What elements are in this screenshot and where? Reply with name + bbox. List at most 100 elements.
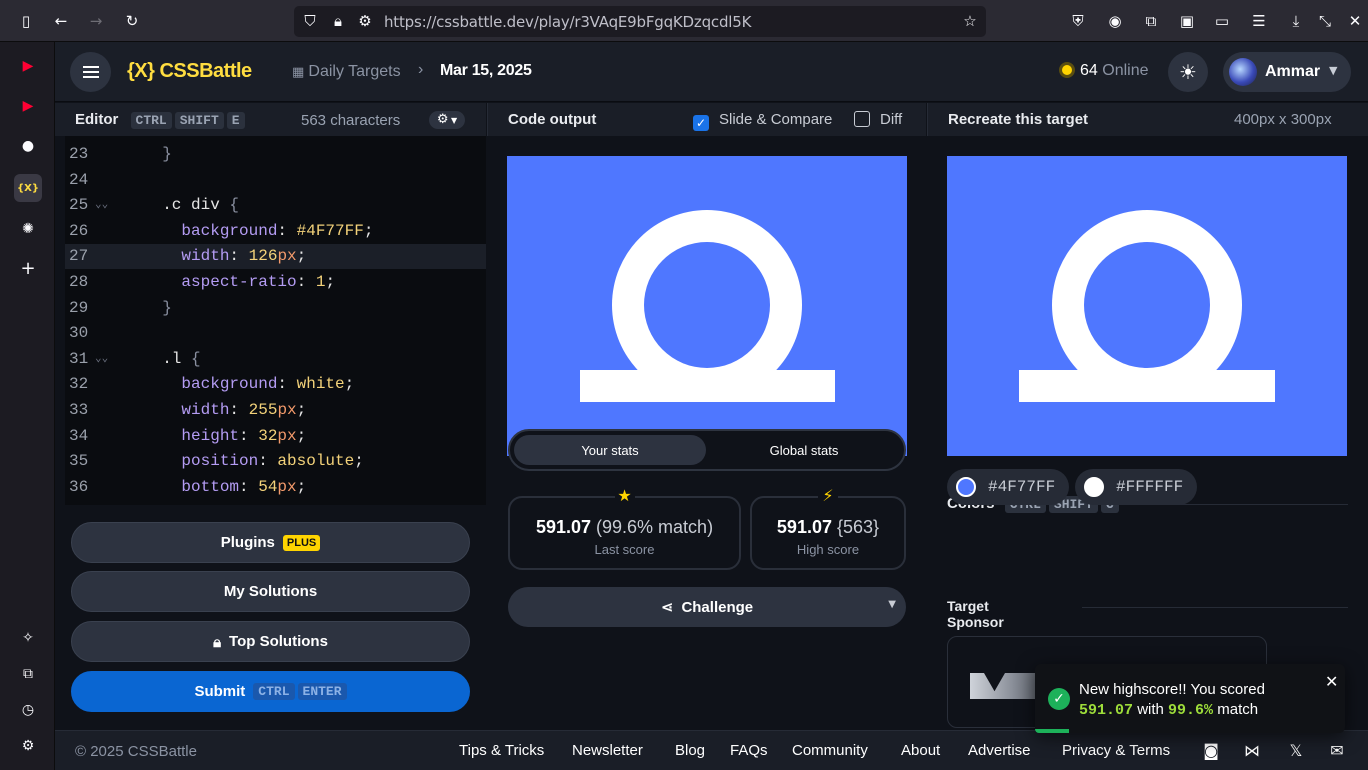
top-solutions-label: Top Solutions bbox=[229, 633, 328, 650]
code-line[interactable]: 23 } bbox=[65, 142, 486, 167]
fold-chevron-icon[interactable]: ⌄⌄ bbox=[95, 193, 108, 218]
cssbattle-icon[interactable]: {X} bbox=[14, 174, 42, 202]
code-line[interactable]: 33 width: 255px; bbox=[65, 398, 486, 423]
tab-your-stats[interactable]: Your stats bbox=[514, 435, 706, 465]
code-line[interactable]: 31 ⌄⌄ .l { bbox=[65, 347, 486, 372]
base-bar bbox=[580, 370, 835, 402]
tab-global-stats[interactable]: Global stats bbox=[708, 435, 900, 465]
top-solutions-button[interactable]: 🔒︎ Top Solutions bbox=[71, 621, 470, 662]
hamburger-icon bbox=[82, 71, 99, 73]
github-icon[interactable]: ● bbox=[14, 132, 42, 160]
sponsor-logo bbox=[970, 673, 1040, 699]
containers-icon[interactable]: ▣ bbox=[1177, 11, 1197, 31]
code-line[interactable]: 32 background: white; bbox=[65, 372, 486, 397]
fold-chevron-icon[interactable]: ⌄⌄ bbox=[95, 347, 108, 372]
line-number: 29 bbox=[69, 298, 89, 317]
lightning-icon: ⚡ bbox=[818, 486, 838, 505]
settings-icon[interactable]: ⚙ bbox=[14, 732, 42, 760]
menu-icon[interactable]: ☰ bbox=[1249, 11, 1269, 31]
code-line[interactable]: 34 height: 32px; bbox=[65, 424, 486, 449]
sidebar-toggle-icon[interactable]: ▯ bbox=[16, 11, 36, 31]
my-solutions-button[interactable]: My Solutions bbox=[71, 571, 470, 612]
line-number: 28 bbox=[69, 273, 89, 291]
download-icon[interactable]: ⤓ bbox=[1286, 11, 1306, 31]
code-line[interactable]: 27 width: 126px; bbox=[65, 244, 486, 270]
check-icon: ✓ bbox=[1048, 688, 1070, 710]
reload-icon[interactable]: ↻ bbox=[122, 11, 142, 31]
code-line[interactable]: 28 aspect-ratio: 1; bbox=[65, 270, 486, 295]
plugins-button[interactable]: Plugins PLUS bbox=[71, 522, 470, 563]
permissions-icon[interactable]: ⚙ bbox=[355, 11, 375, 31]
editor-settings-button[interactable]: ⚙ ▼ bbox=[429, 111, 465, 129]
checkbox-unchecked-icon[interactable] bbox=[854, 111, 870, 127]
ai-sparkle-icon[interactable]: ✧ bbox=[14, 624, 42, 652]
color-swatch-white[interactable]: #FFFFFF bbox=[1075, 469, 1197, 505]
restore-window-icon[interactable]: ⤡ bbox=[1315, 11, 1335, 31]
breadcrumb-daily-targets[interactable]: ▦ Daily Targets bbox=[292, 63, 401, 81]
footer-link-community[interactable]: Community bbox=[792, 742, 868, 759]
url-bar[interactable]: ⛉ 🔒︎ ⚙ https://cssbattle.dev/play/r3VAqE… bbox=[294, 6, 986, 37]
code-line[interactable]: 26 background: #4F77FF; bbox=[65, 219, 486, 244]
youtube-icon[interactable]: ▶ bbox=[14, 92, 42, 120]
account-icon[interactable]: ◉ bbox=[1105, 11, 1125, 31]
checkbox-checked-icon[interactable]: ✓ bbox=[693, 115, 709, 131]
youtube-music-icon[interactable]: ▶ bbox=[14, 52, 42, 80]
close-icon[interactable]: ✕ bbox=[1325, 672, 1338, 691]
plugins-label: Plugins bbox=[220, 534, 275, 551]
add-panel-icon[interactable]: + bbox=[14, 254, 42, 282]
submit-button[interactable]: Submit CTRL ENTER bbox=[71, 671, 470, 712]
footer-link-newsletter[interactable]: Newsletter bbox=[572, 742, 643, 759]
mail-icon[interactable]: ✉ bbox=[1327, 741, 1347, 761]
url-text[interactable]: https://cssbattle.dev/play/r3VAqE9bFgqKD… bbox=[384, 13, 751, 31]
footer-link-tips[interactable]: Tips & Tricks bbox=[459, 742, 544, 759]
back-icon[interactable]: ← bbox=[51, 11, 71, 31]
code-line[interactable]: 35 position: absolute; bbox=[65, 449, 486, 474]
high-score: 591.07 bbox=[776, 517, 832, 537]
footer-link-about[interactable]: About bbox=[901, 742, 940, 759]
discord-icon[interactable]: ◙ bbox=[1201, 741, 1221, 761]
color-hex: #4F77FF bbox=[988, 478, 1056, 496]
forward-icon[interactable]: → bbox=[86, 11, 106, 31]
synced-tabs-icon[interactable]: ⧉ bbox=[14, 660, 42, 688]
color-swatch-blue[interactable]: #4F77FF bbox=[947, 469, 1069, 505]
sidebar-panel-icon[interactable]: ▭ bbox=[1212, 11, 1232, 31]
star-icon: ★ bbox=[614, 486, 635, 505]
code-text: aspect-ratio: 1; bbox=[181, 273, 336, 291]
footer-link-faqs[interactable]: FAQs bbox=[730, 742, 768, 759]
chatgpt-icon[interactable]: ✺ bbox=[14, 215, 42, 243]
logo[interactable]: {X} CSSBattle bbox=[127, 60, 252, 83]
code-line[interactable]: 29 } bbox=[65, 296, 486, 321]
user-menu-button[interactable]: Ammar ▼ bbox=[1223, 52, 1351, 92]
code-text: height: 32px; bbox=[181, 426, 307, 445]
code-line[interactable]: 30 bbox=[65, 321, 486, 346]
theme-toggle-button[interactable]: ☀ bbox=[1168, 52, 1208, 92]
lock-icon[interactable]: 🔒︎ bbox=[328, 11, 348, 31]
code-editor[interactable]: 23 } 24 25 ⌄⌄ .c div {26 background: #4F77F… bbox=[65, 136, 486, 505]
last-score-label: Last score bbox=[594, 542, 655, 557]
code-line[interactable]: 24 bbox=[65, 168, 486, 193]
bluesky-icon[interactable]: ⋈ bbox=[1242, 741, 1262, 761]
footer-link-blog[interactable]: Blog bbox=[675, 742, 705, 759]
code-text: position: absolute; bbox=[181, 452, 364, 471]
challenge-button[interactable]: ⋖ Challenge ▼ bbox=[508, 587, 906, 627]
code-line[interactable]: 36 bottom: 54px; bbox=[65, 475, 486, 500]
avatar bbox=[1229, 58, 1257, 86]
code-line[interactable]: 25 ⌄⌄ .c div { bbox=[65, 193, 486, 218]
editor-title-label: Editor bbox=[75, 111, 119, 128]
extensions-icon[interactable]: ⧉ bbox=[1141, 11, 1161, 31]
chevron-down-icon[interactable]: ▼ bbox=[888, 599, 896, 610]
kbd-ctrl: CTRL bbox=[130, 112, 172, 129]
diff-toggle[interactable]: Diff bbox=[854, 111, 902, 128]
footer-link-advertise[interactable]: Advertise bbox=[968, 742, 1031, 759]
x-icon[interactable]: 𝕏 bbox=[1286, 741, 1306, 761]
footer-link-privacy[interactable]: Privacy & Terms bbox=[1062, 742, 1170, 759]
code-output-canvas[interactable] bbox=[507, 156, 907, 456]
slide-compare-toggle[interactable]: ✓ Slide & Compare bbox=[693, 111, 832, 131]
bookmark-star-icon[interactable]: ☆ bbox=[960, 11, 980, 31]
pocket-icon[interactable]: ⛨ bbox=[1068, 11, 1088, 31]
close-window-icon[interactable]: ✕ bbox=[1345, 11, 1365, 31]
menu-button[interactable] bbox=[70, 52, 111, 92]
history-icon[interactable]: ◷ bbox=[14, 696, 42, 724]
lock-icon: 🔒︎ bbox=[213, 632, 222, 651]
shield-icon[interactable]: ⛉ bbox=[300, 11, 320, 31]
